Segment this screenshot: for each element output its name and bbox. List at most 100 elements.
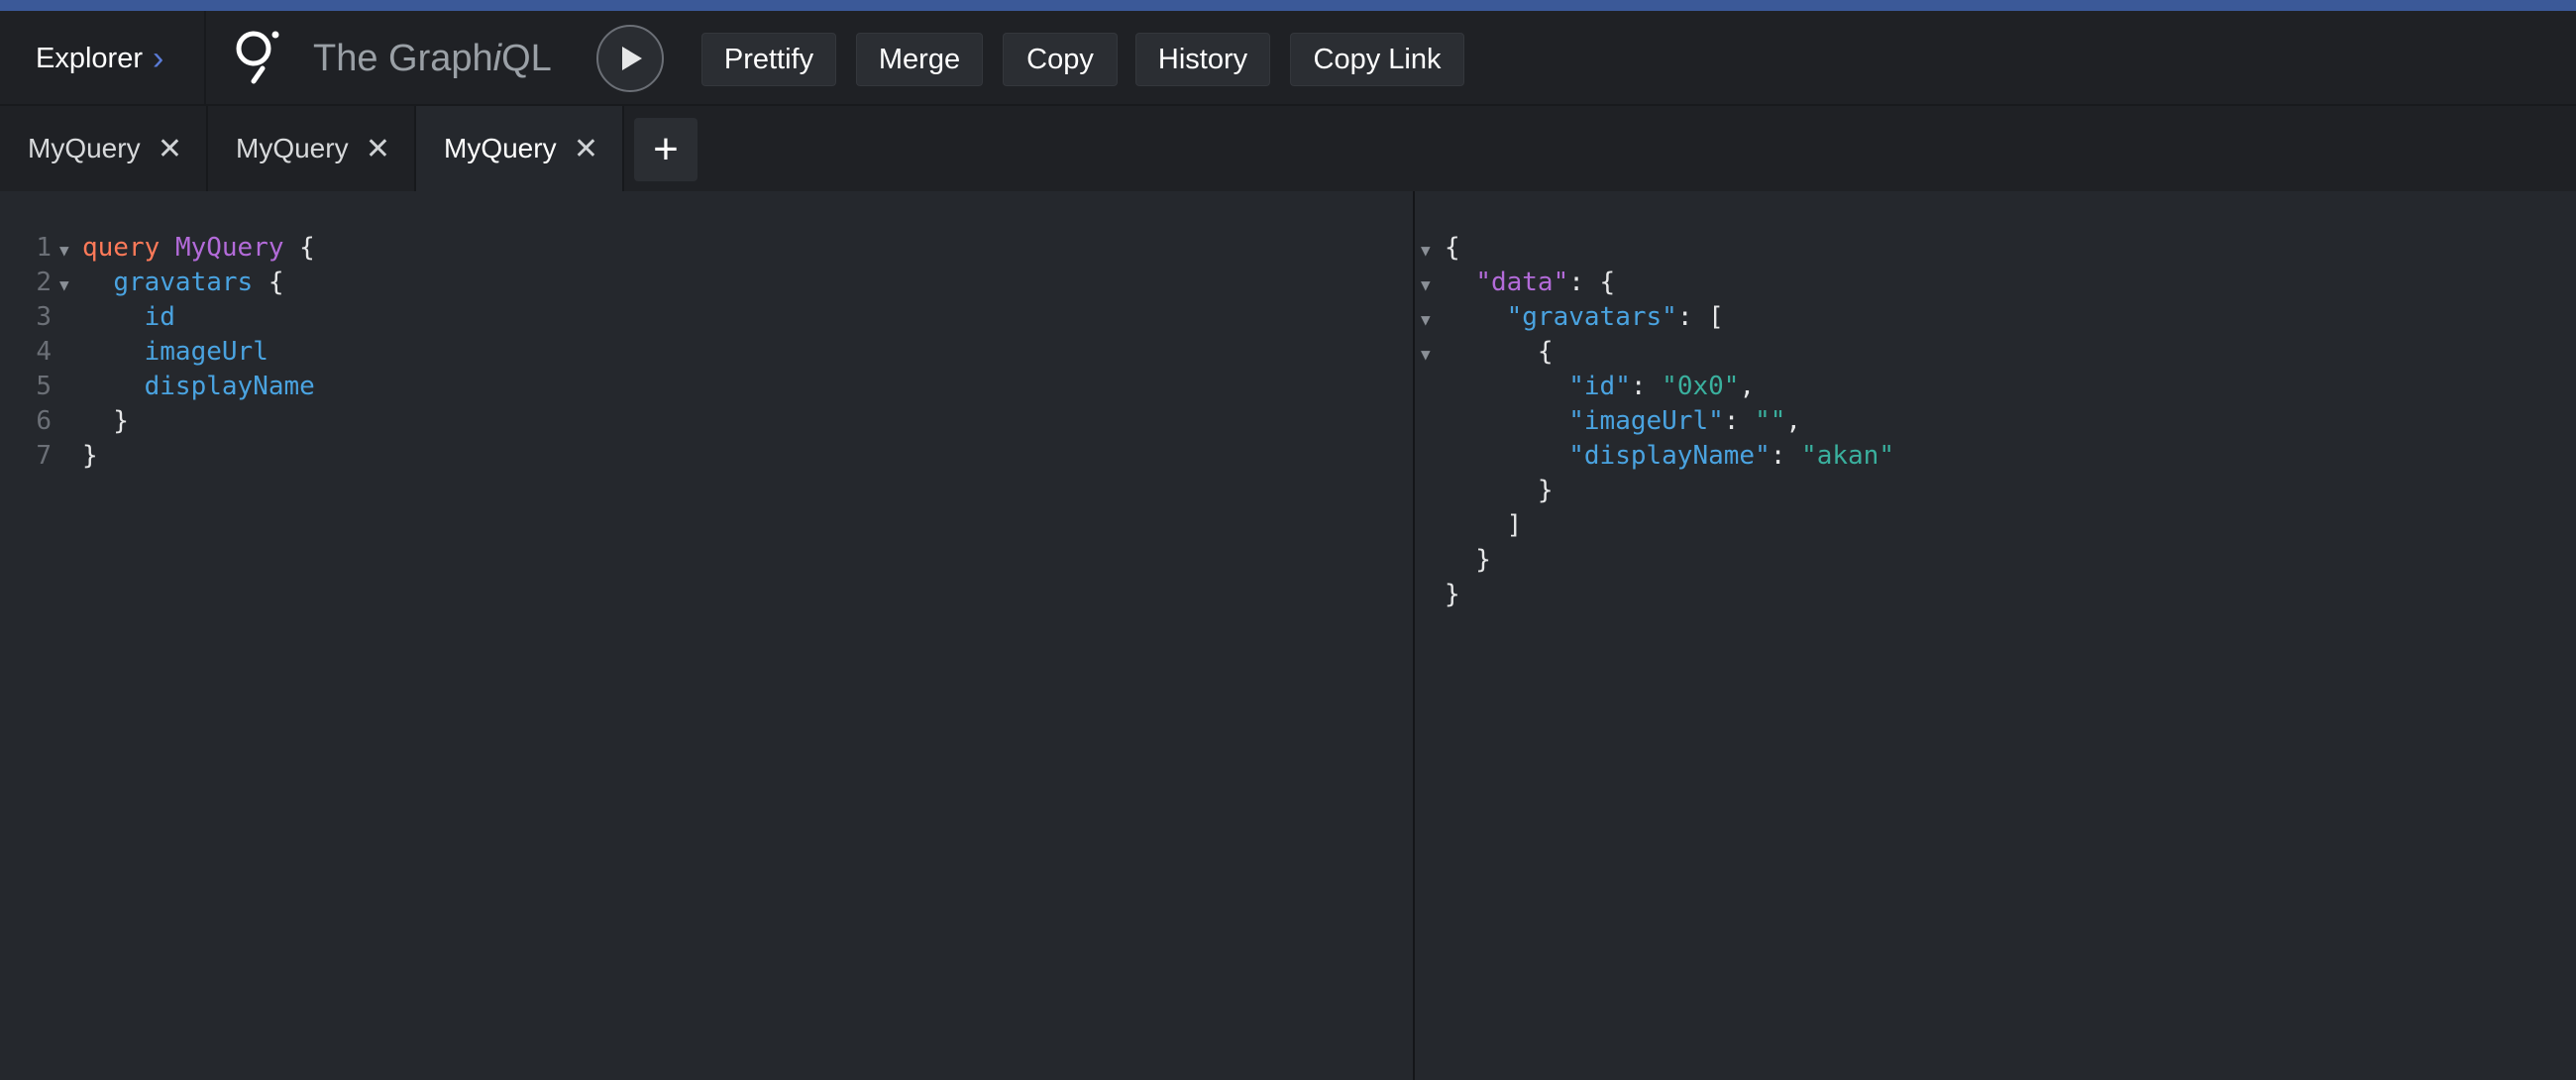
copy-link-button[interactable]: Copy Link — [1290, 33, 1464, 86]
code-token: { — [283, 233, 315, 263]
code-token: { — [253, 268, 284, 297]
code-token: , — [1739, 372, 1756, 401]
tab-label: MyQuery — [444, 133, 557, 163]
code-token: { — [1445, 233, 1460, 263]
app-title-part: The Graph — [313, 37, 493, 79]
toolbar: Explorer › The Graph i QL Prettify Merge C… — [0, 11, 2576, 106]
close-icon[interactable]: ✕ — [158, 132, 182, 166]
editor-line: id — [82, 300, 175, 335]
result-line: { — [1445, 231, 1460, 266]
code-token: "displayName" — [1568, 441, 1771, 471]
code-token: query — [82, 233, 161, 263]
result-line: } — [1445, 578, 1460, 612]
query-editor[interactable]: query MyQuery {1 ▼ gravatars {2 ▼ id 3 imag… — [0, 191, 1413, 1080]
code-token: MyQuery — [174, 233, 284, 263]
add-tab-button[interactable]: + — [634, 118, 698, 181]
graph-logo-icon — [236, 31, 279, 84]
top-accent-bar — [0, 0, 2576, 11]
result-line: "displayName": "akan" — [1445, 439, 1894, 474]
result-line: "data": { — [1445, 266, 1615, 300]
code-token: , — [1785, 406, 1802, 436]
app-title-part: i — [492, 37, 502, 79]
editor-line: } — [82, 404, 129, 439]
editor-line: } — [82, 439, 98, 474]
code-token: "imageUrl" — [1568, 406, 1724, 436]
editor-line: imageUrl — [82, 335, 268, 370]
code-token: : — [1770, 441, 1802, 471]
tab-myquery-1[interactable]: MyQuery ✕ — [0, 106, 208, 191]
fold-arrow-icon[interactable]: ▼ — [1421, 233, 1431, 268]
history-button[interactable]: History — [1135, 33, 1270, 86]
result-viewer: { ▼ "data": { ▼ "gravatars": [ ▼ { ▼ "id": "… — [1415, 191, 2576, 1080]
code-token: } — [82, 441, 98, 471]
code-token: } — [1445, 476, 1554, 505]
code-token: gravatars — [113, 268, 254, 297]
chevron-right-icon: › — [153, 40, 164, 77]
line-number: 7 — [36, 441, 52, 471]
close-icon[interactable]: ✕ — [574, 132, 598, 166]
code-token: : — [1630, 372, 1663, 401]
fold-arrow-icon[interactable]: ▼ — [59, 268, 69, 302]
line-number: 6 — [36, 406, 52, 436]
code-token: } — [1445, 580, 1460, 609]
plus-icon: + — [653, 125, 679, 173]
line-number: 4 — [36, 337, 52, 367]
code-token: : [ — [1676, 302, 1724, 332]
editor-line: gravatars { — [82, 266, 284, 300]
execute-query-button[interactable] — [596, 25, 664, 92]
tab-myquery-2[interactable]: MyQuery ✕ — [208, 106, 416, 191]
prettify-button[interactable]: Prettify — [701, 33, 836, 86]
tab-label: MyQuery — [28, 133, 141, 163]
editor-line: query MyQuery { — [82, 231, 315, 266]
fold-arrow-icon[interactable]: ▼ — [1421, 268, 1431, 302]
copy-button[interactable]: Copy — [1003, 33, 1118, 86]
code-token: id — [144, 302, 175, 332]
play-icon — [622, 47, 642, 70]
merge-button[interactable]: Merge — [856, 33, 983, 86]
result-line: "imageUrl": "", — [1445, 404, 1801, 439]
code-token: ] — [1445, 510, 1523, 540]
app-title-part: QL — [501, 37, 552, 79]
code-token: } — [1445, 545, 1491, 575]
result-line: } — [1445, 543, 1491, 578]
code-token: "data" — [1475, 268, 1569, 297]
tab-label: MyQuery — [236, 133, 349, 163]
line-number: 1 — [36, 233, 52, 263]
result-line: { — [1445, 335, 1554, 370]
editor-line: displayName — [82, 370, 315, 404]
explorer-toggle[interactable]: Explorer › — [0, 11, 206, 106]
code-token: "0x0" — [1662, 372, 1740, 401]
fold-arrow-icon[interactable]: ▼ — [59, 233, 69, 268]
result-line: } — [1445, 474, 1554, 508]
code-token: "id" — [1568, 372, 1631, 401]
close-icon[interactable]: ✕ — [366, 132, 390, 166]
result-line: "gravatars": [ — [1445, 300, 1724, 335]
line-number: 5 — [36, 372, 52, 401]
code-token: : { — [1568, 268, 1616, 297]
fold-arrow-icon[interactable]: ▼ — [1421, 302, 1431, 337]
result-line: "id": "0x0", — [1445, 370, 1755, 404]
code-token: "gravatars" — [1506, 302, 1677, 332]
code-token: imageUrl — [144, 337, 268, 367]
code-token: displayName — [144, 372, 315, 401]
fold-arrow-icon[interactable]: ▼ — [1421, 337, 1431, 372]
code-token: { — [1445, 337, 1554, 367]
code-token: "akan" — [1801, 441, 1894, 471]
code-token: "" — [1755, 406, 1786, 436]
code-token: } — [82, 406, 129, 436]
line-number: 2 — [36, 268, 52, 297]
result-line: ] — [1445, 508, 1523, 543]
line-number: 3 — [36, 302, 52, 332]
explorer-label: Explorer — [36, 42, 143, 74]
app-title: The Graph i QL — [313, 11, 552, 106]
tab-myquery-3[interactable]: MyQuery ✕ — [416, 106, 624, 191]
